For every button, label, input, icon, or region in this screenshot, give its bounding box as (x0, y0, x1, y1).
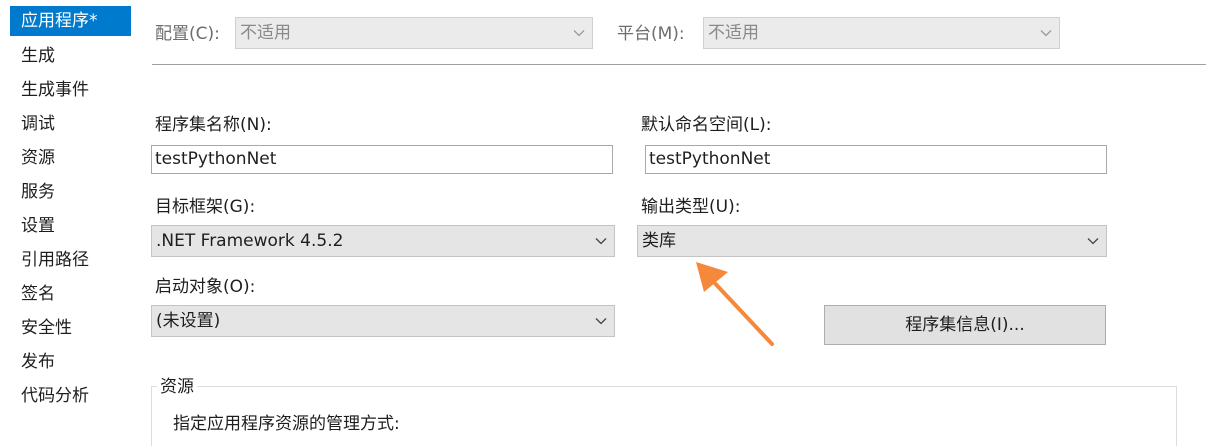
sidebar-item-build[interactable]: 生成 (10, 41, 131, 71)
platform-dropdown[interactable]: 不适用 (703, 17, 1060, 49)
sidebar-item-build-events[interactable]: 生成事件 (10, 75, 131, 105)
target-framework-value: .NET Framework 4.5.2 (156, 231, 344, 251)
sidebar-item-reference-paths[interactable]: 引用路径 (10, 245, 131, 275)
assembly-name-label: 程序集名称(N): (155, 115, 272, 135)
sidebar-item-services[interactable]: 服务 (10, 177, 131, 207)
startup-object-dropdown[interactable]: (未设置) (151, 305, 615, 337)
chevron-down-icon (1087, 238, 1099, 245)
resources-description: 指定应用程序资源的管理方式: (173, 414, 400, 434)
chevron-down-icon (1040, 30, 1052, 37)
target-framework-label: 目标框架(G): (155, 197, 256, 217)
default-namespace-label: 默认命名空间(L): (641, 115, 772, 135)
sidebar-item-publish[interactable]: 发布 (10, 347, 131, 377)
header-divider (152, 64, 1206, 65)
config-dropdown[interactable]: 不适用 (235, 17, 593, 49)
assembly-name-input[interactable]: testPythonNet (151, 145, 613, 174)
config-value: 不适用 (240, 23, 291, 43)
sidebar-nav: 应用程序* 生成 生成事件 调试 资源 服务 设置 引用路径 签名 安全性 发布… (0, 0, 140, 445)
sidebar-item-settings[interactable]: 设置 (10, 211, 131, 241)
sidebar-item-signing[interactable]: 签名 (10, 279, 131, 309)
annotation-arrow-icon (696, 262, 774, 346)
output-type-dropdown[interactable]: 类库 (637, 225, 1107, 257)
sidebar-item-code-analysis[interactable]: 代码分析 (10, 381, 131, 411)
startup-object-value: (未设置) (156, 311, 221, 331)
chevron-down-icon (595, 318, 607, 325)
config-label: 配置(C): (155, 24, 220, 44)
sidebar-item-debug[interactable]: 调试 (10, 109, 131, 139)
sidebar-item-resources[interactable]: 资源 (10, 143, 131, 173)
chevron-down-icon (595, 238, 607, 245)
target-framework-dropdown[interactable]: .NET Framework 4.5.2 (151, 225, 615, 257)
output-type-value: 类库 (642, 231, 676, 251)
resources-group-title: 资源 (157, 376, 197, 398)
assembly-info-button[interactable]: 程序集信息(I)... (824, 305, 1106, 345)
platform-value: 不适用 (708, 23, 759, 43)
chevron-down-icon (573, 30, 585, 37)
sidebar-item-application[interactable]: 应用程序* (10, 6, 131, 36)
sidebar-item-security[interactable]: 安全性 (10, 313, 131, 343)
default-namespace-input[interactable]: testPythonNet (645, 145, 1107, 174)
startup-object-label: 启动对象(O): (155, 277, 256, 297)
platform-label: 平台(M): (617, 24, 685, 44)
output-type-label: 输出类型(U): (641, 197, 741, 217)
